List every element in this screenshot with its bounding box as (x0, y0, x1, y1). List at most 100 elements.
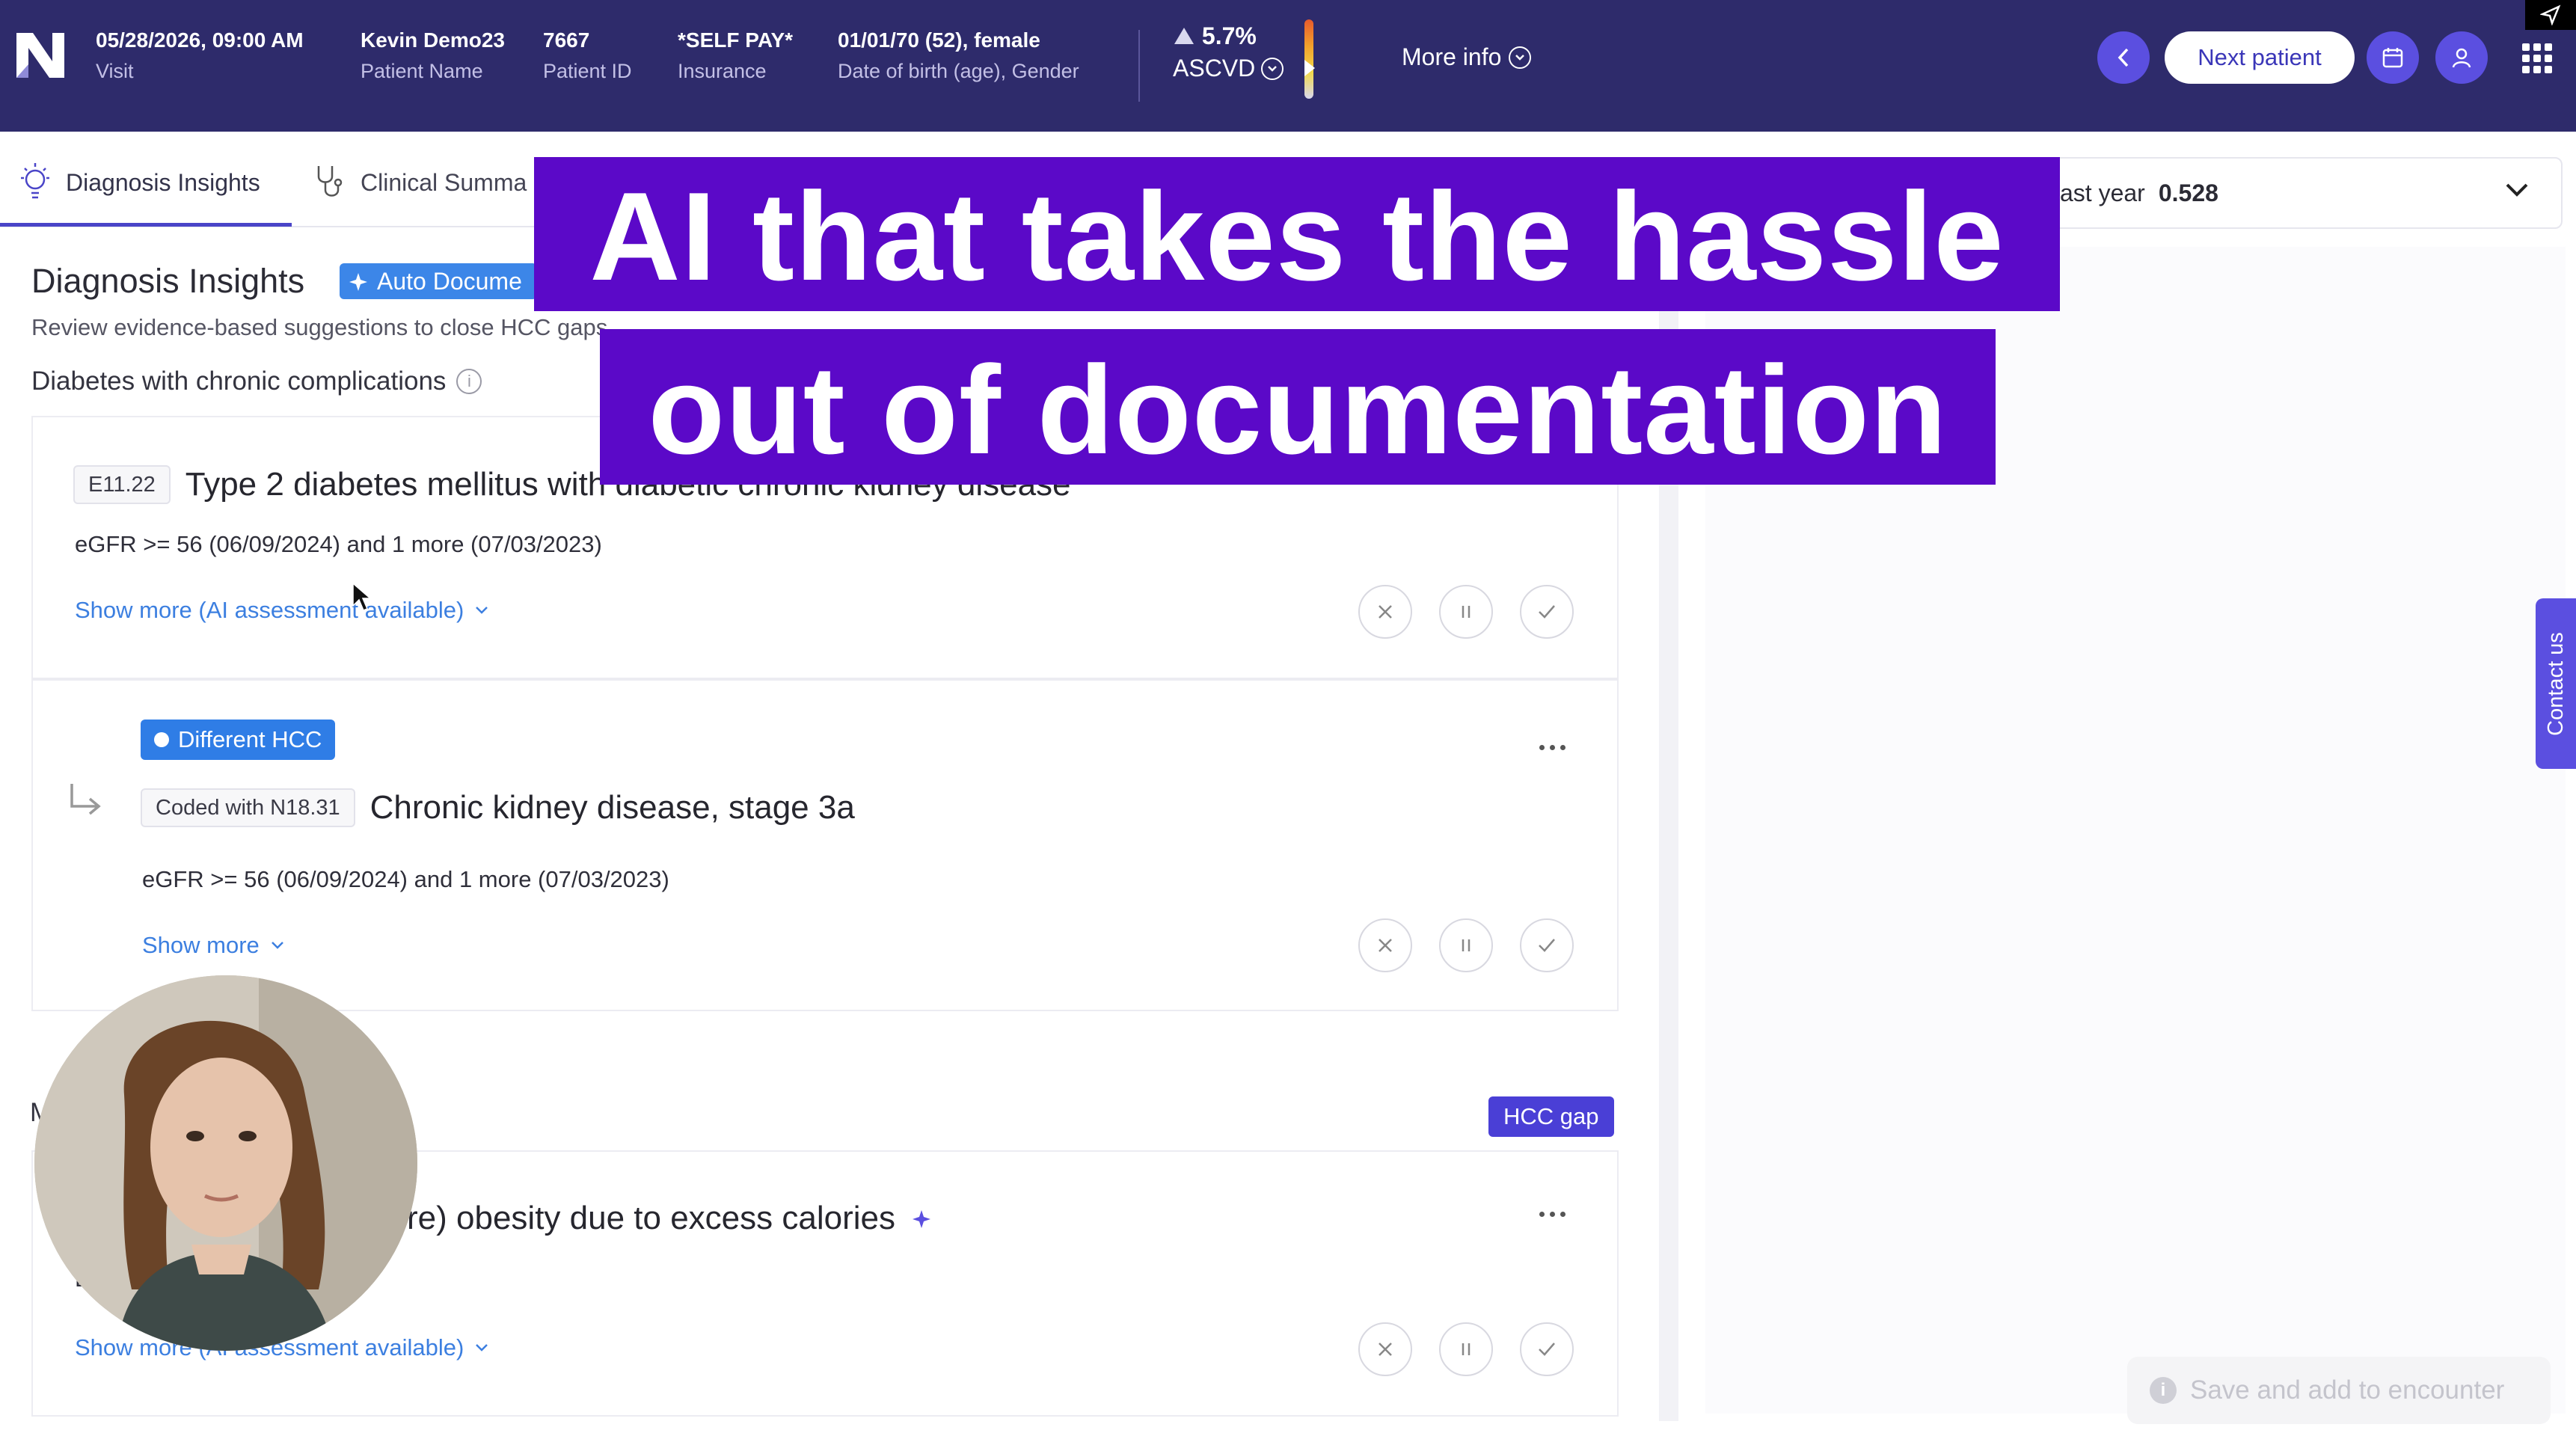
page-subtitle: Review evidence-based suggestions to clo… (31, 314, 608, 340)
save-and-add-button[interactable]: i Save and add to encounter (2127, 1357, 2551, 1424)
show-more-label: Show more (142, 932, 260, 958)
stethoscope-icon (317, 166, 343, 197)
show-more-link[interactable]: Show more (142, 932, 285, 959)
active-tab-indicator (0, 223, 292, 227)
dob-label: Date of birth (age), Gender (838, 60, 1079, 82)
more-info-button[interactable]: More info (1402, 43, 1532, 71)
section-title-label: Diabetes with chronic complications (31, 366, 447, 396)
tab-label: Clinical Summa (361, 168, 527, 196)
check-icon (1539, 1343, 1555, 1356)
apps-grid-icon[interactable] (2522, 43, 2552, 73)
gauge-marker-icon (1304, 58, 1319, 78)
show-more-link[interactable]: Show more (AI assessment available) (75, 597, 489, 624)
tab-clinical-summary[interactable]: Clinical Summa (311, 162, 527, 203)
header-divider (1138, 30, 1140, 102)
patient-name-value: Kevin Demo23 (361, 28, 505, 52)
diagnosis-header: re) obesity due to excess calories (407, 1200, 934, 1237)
next-patient-button[interactable]: Next patient (2165, 31, 2355, 84)
subdirectory-arrow-icon (70, 784, 101, 815)
pause-icon (1462, 939, 1471, 951)
visit-label: Visit (96, 60, 134, 82)
ascvd-label: ASCVD (1173, 55, 1256, 82)
calendar-icon (2382, 48, 2403, 68)
chevron-down-icon (271, 942, 283, 949)
defer-button[interactable] (1439, 585, 1493, 639)
insurance-field: *SELF PAY* Insurance (678, 28, 793, 83)
insurance-value: *SELF PAY* (678, 28, 794, 52)
auto-document-badge[interactable]: Auto Docume (340, 263, 537, 299)
auto-badge-label: Auto Docume (377, 267, 522, 295)
raf-select-value: 0.528 (2158, 179, 2218, 206)
chevron-circle-icon[interactable] (1261, 57, 1284, 80)
info-icon[interactable]: i (456, 369, 482, 394)
caption-text-1: AI that takes the hassle (589, 166, 2005, 307)
close-icon (1379, 939, 1392, 952)
top-header: 05/28/2026, 09:00 AM Visit Kevin Demo23 … (0, 0, 2576, 132)
insurance-label: Insurance (678, 60, 767, 82)
ascvd-label-row: ASCVD (1173, 55, 1284, 82)
patient-id-field: 7667 Patient ID (543, 28, 632, 83)
mouse-cursor-icon (352, 582, 371, 611)
visit-field: 05/28/2026, 09:00 AM Visit (96, 28, 304, 83)
patient-name-label: Patient Name (361, 60, 483, 82)
reject-button[interactable] (1358, 1322, 1412, 1376)
accept-button[interactable] (1520, 585, 1574, 639)
sparkle-icon (912, 1210, 930, 1228)
dob-value: 01/01/70 (52), female (838, 28, 1040, 52)
lightbulb-icon (21, 163, 49, 199)
tab-diagnosis-insights[interactable]: Diagnosis Insights (16, 162, 260, 203)
info-icon: i (2150, 1377, 2177, 1404)
caption-text-2: out of documentation (648, 340, 1948, 480)
dob-field: 01/01/70 (52), female Date of birth (age… (838, 28, 1079, 83)
accept-button[interactable] (1520, 1322, 1574, 1376)
hcc-gap-badge: HCC gap (1488, 1096, 1614, 1137)
evidence-text: eGFR >= 56 (06/09/2024) and 1 more (07/0… (75, 531, 602, 557)
defer-button[interactable] (1439, 918, 1493, 972)
defer-button[interactable] (1439, 1322, 1493, 1376)
diagnosis-title: Chronic kidney disease, stage 3a (369, 789, 855, 826)
pause-icon (1462, 606, 1471, 618)
sparkle-icon (349, 273, 367, 291)
accept-button[interactable] (1520, 918, 1574, 972)
caption-line-1: AI that takes the hassle (534, 157, 2060, 311)
close-icon (1379, 605, 1392, 619)
app-logo-icon[interactable] (10, 25, 70, 85)
visit-value: 05/28/2026, 09:00 AM (96, 28, 304, 52)
reject-button[interactable] (1358, 585, 1412, 639)
reject-button[interactable] (1358, 918, 1412, 972)
evidence-text: eGFR >= 56 (06/09/2024) and 1 more (07/0… (142, 866, 669, 892)
patient-id-label: Patient ID (543, 60, 632, 82)
ascvd-value-row: 5.7% (1173, 22, 1284, 50)
ascvd-value: 5.7% (1201, 22, 1257, 49)
save-button-label: Save and add to encounter (2190, 1375, 2505, 1405)
presenter-webcam (34, 975, 417, 1351)
patient-id-value: 7667 (543, 28, 590, 52)
user-icon (2452, 48, 2471, 68)
raf-select-label: ast year (2060, 179, 2145, 206)
coded-with-chip: Coded with N18.31 (141, 788, 355, 827)
section-title: Diabetes with chronic complications i (31, 366, 482, 396)
chevron-down-icon (476, 1344, 488, 1352)
different-hcc-badge: Different HCC (141, 720, 336, 760)
ascvd-score[interactable]: 5.7% ASCVD (1173, 22, 1284, 82)
send-icon (2525, 0, 2576, 30)
previous-patient-button[interactable] (2097, 31, 2150, 84)
contact-us-tab[interactable]: Contact us (2536, 598, 2576, 769)
chevron-down-icon (476, 607, 488, 614)
more-options-icon[interactable] (1539, 745, 1565, 750)
page-title: Diagnosis Insights (31, 262, 305, 300)
user-profile-button[interactable] (2435, 31, 2488, 84)
icd-code-chip: E11.22 (73, 465, 171, 504)
chevron-down-circle-icon (1509, 46, 1532, 69)
diagnosis-title: re) obesity due to excess calories (407, 1200, 895, 1236)
check-icon (1539, 605, 1555, 619)
chevron-left-icon (2117, 48, 2129, 67)
patient-name-field: Kevin Demo23 Patient Name (361, 28, 505, 83)
raf-select[interactable]: ast year 0.528 (2024, 157, 2563, 229)
check-icon (1539, 939, 1555, 952)
pause-icon (1462, 1343, 1471, 1355)
status-dot-icon (154, 732, 169, 747)
calendar-button[interactable] (2367, 31, 2419, 84)
more-options-icon[interactable] (1539, 1212, 1565, 1217)
caption-line-2: out of documentation (600, 329, 1996, 485)
